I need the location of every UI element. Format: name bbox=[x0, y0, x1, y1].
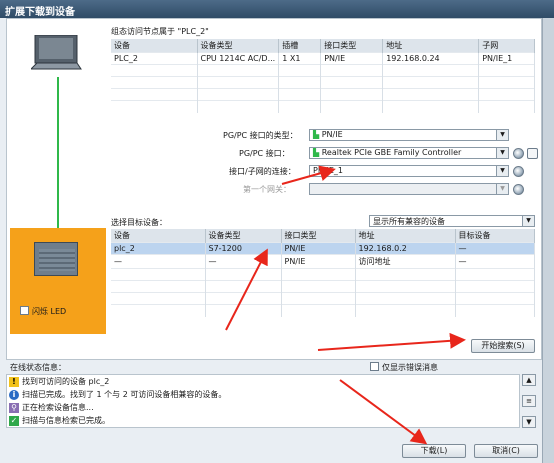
download-dialog: 扩展下载到设备 组态访问节点属于 "PLC_2" 设备 设备类型 插槽 接口类型… bbox=[0, 0, 554, 463]
arrow-to-download bbox=[339, 379, 428, 445]
arrow-to-subnet bbox=[281, 165, 336, 185]
arrow-to-search bbox=[317, 332, 466, 351]
annotation-arrows bbox=[225, 165, 466, 445]
arrow-to-target-row bbox=[225, 248, 268, 331]
